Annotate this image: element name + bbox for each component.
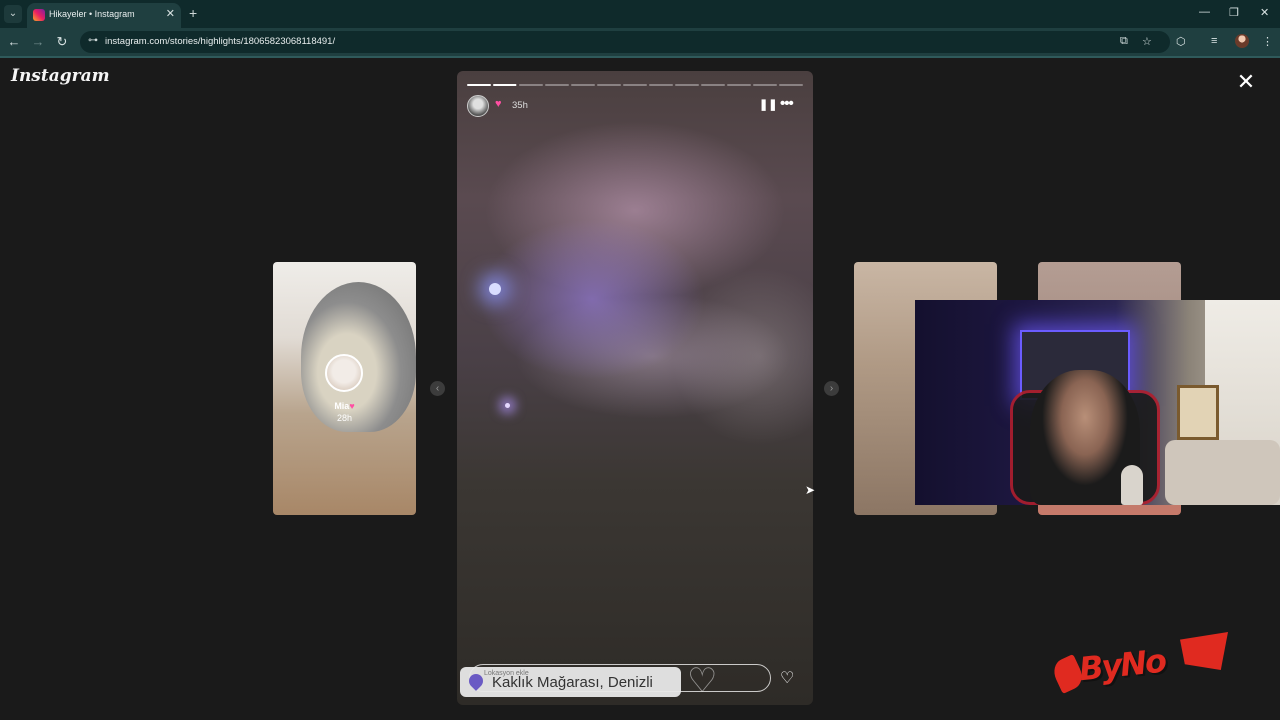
like-heart-icon[interactable]: ♡: [780, 668, 794, 688]
story-progress-segment: [649, 84, 673, 86]
preview-username: Mia♥: [273, 401, 416, 411]
restore-button[interactable]: ❐: [1229, 6, 1239, 19]
active-story[interactable]: ♥ 35h ❚❚ ••• Lokasyon ekle Kaklık Mağara…: [457, 71, 813, 705]
site-info-icon[interactable]: ⊶: [88, 35, 98, 46]
chrome-menu-icon[interactable]: ⋮: [1262, 35, 1273, 48]
close-window-button[interactable]: ✕: [1260, 6, 1269, 19]
instagram-logo[interactable]: Instagram: [11, 66, 110, 86]
story-progress-segment: [675, 84, 699, 86]
profile-avatar[interactable]: [1235, 34, 1249, 48]
address-bar[interactable]: ⊶ instagram.com/stories/highlights/18065…: [80, 31, 1170, 53]
back-button[interactable]: ←: [6, 34, 22, 49]
bookmark-star-icon[interactable]: ☆: [1142, 35, 1152, 48]
tab-title: Hikayeler • Instagram: [49, 9, 135, 19]
webcam-overlay: [915, 300, 1280, 505]
reload-button[interactable]: ↻: [54, 34, 70, 50]
tab-close-icon[interactable]: ✕: [166, 7, 175, 20]
heart-sticker-icon: ♡: [687, 662, 718, 700]
browser-toolbar: ← → ↻ ⊶ instagram.com/stories/highlights…: [0, 28, 1280, 56]
previous-story-preview[interactable]: Mia♥ 28h: [273, 262, 416, 515]
install-app-icon[interactable]: ⧉: [1120, 35, 1128, 48]
story-progress-segment: [597, 84, 621, 86]
preview-avatar: [325, 354, 363, 392]
minimize-button[interactable]: —: [1199, 6, 1210, 18]
mouse-cursor-icon: ➤: [805, 483, 816, 497]
location-sticker[interactable]: Lokasyon ekle Kaklık Mağarası, Denizli: [460, 667, 681, 697]
cave-light: [489, 283, 501, 295]
previous-story-button[interactable]: ‹: [430, 381, 445, 396]
forward-button[interactable]: →: [30, 34, 46, 49]
location-name: Kaklık Mağarası, Denizli: [492, 674, 653, 691]
heart-icon: ♥: [495, 98, 502, 110]
story-progress-segment: [493, 84, 517, 86]
byno-logo-text: ByNo: [1077, 641, 1167, 689]
next-story-button[interactable]: ›: [824, 381, 839, 396]
preview-time: 28h: [336, 413, 353, 423]
story-timestamp: 35h: [512, 100, 528, 111]
webcam-microphone: [1121, 465, 1143, 505]
story-progress-segment: [727, 84, 751, 86]
story-progress-segment: [623, 84, 647, 86]
pause-icon[interactable]: ❚❚: [759, 98, 777, 111]
preview-username-text: Mia: [334, 401, 350, 411]
story-progress-segment: [779, 84, 803, 86]
byno-watermark: ByNo: [1049, 632, 1230, 694]
byno-logo-box: [1180, 632, 1228, 670]
browser-tab-bar: ⌄ Hikayeler • Instagram ✕ + — ❐ ✕: [0, 0, 1280, 28]
more-options-icon[interactable]: •••: [780, 95, 794, 112]
story-progress-segment: [753, 84, 777, 86]
story-progress-bar: [467, 84, 803, 86]
extensions-icon[interactable]: ⬡: [1176, 35, 1186, 48]
location-pin-icon: [466, 671, 486, 691]
story-progress-segment: [467, 84, 491, 86]
new-tab-button[interactable]: +: [189, 5, 197, 21]
tab-search-button[interactable]: ⌄: [4, 5, 22, 23]
story-progress-segment: [571, 84, 595, 86]
cave-light: [505, 403, 510, 408]
story-progress-segment: [701, 84, 725, 86]
instagram-favicon-icon: [33, 9, 45, 21]
browser-tab[interactable]: Hikayeler • Instagram ✕: [27, 3, 181, 28]
story-progress-segment: [519, 84, 543, 86]
webcam-sofa: [1165, 440, 1280, 505]
media-control-icon[interactable]: ≡: [1211, 35, 1217, 47]
heart-icon: ♥: [349, 401, 355, 411]
webcam-picture-frame: [1177, 385, 1219, 440]
story-author-avatar[interactable]: [467, 95, 489, 117]
close-stories-icon[interactable]: ✕: [1235, 71, 1257, 93]
story-progress-segment: [545, 84, 569, 86]
url-text[interactable]: instagram.com/stories/highlights/1806582…: [105, 36, 335, 47]
